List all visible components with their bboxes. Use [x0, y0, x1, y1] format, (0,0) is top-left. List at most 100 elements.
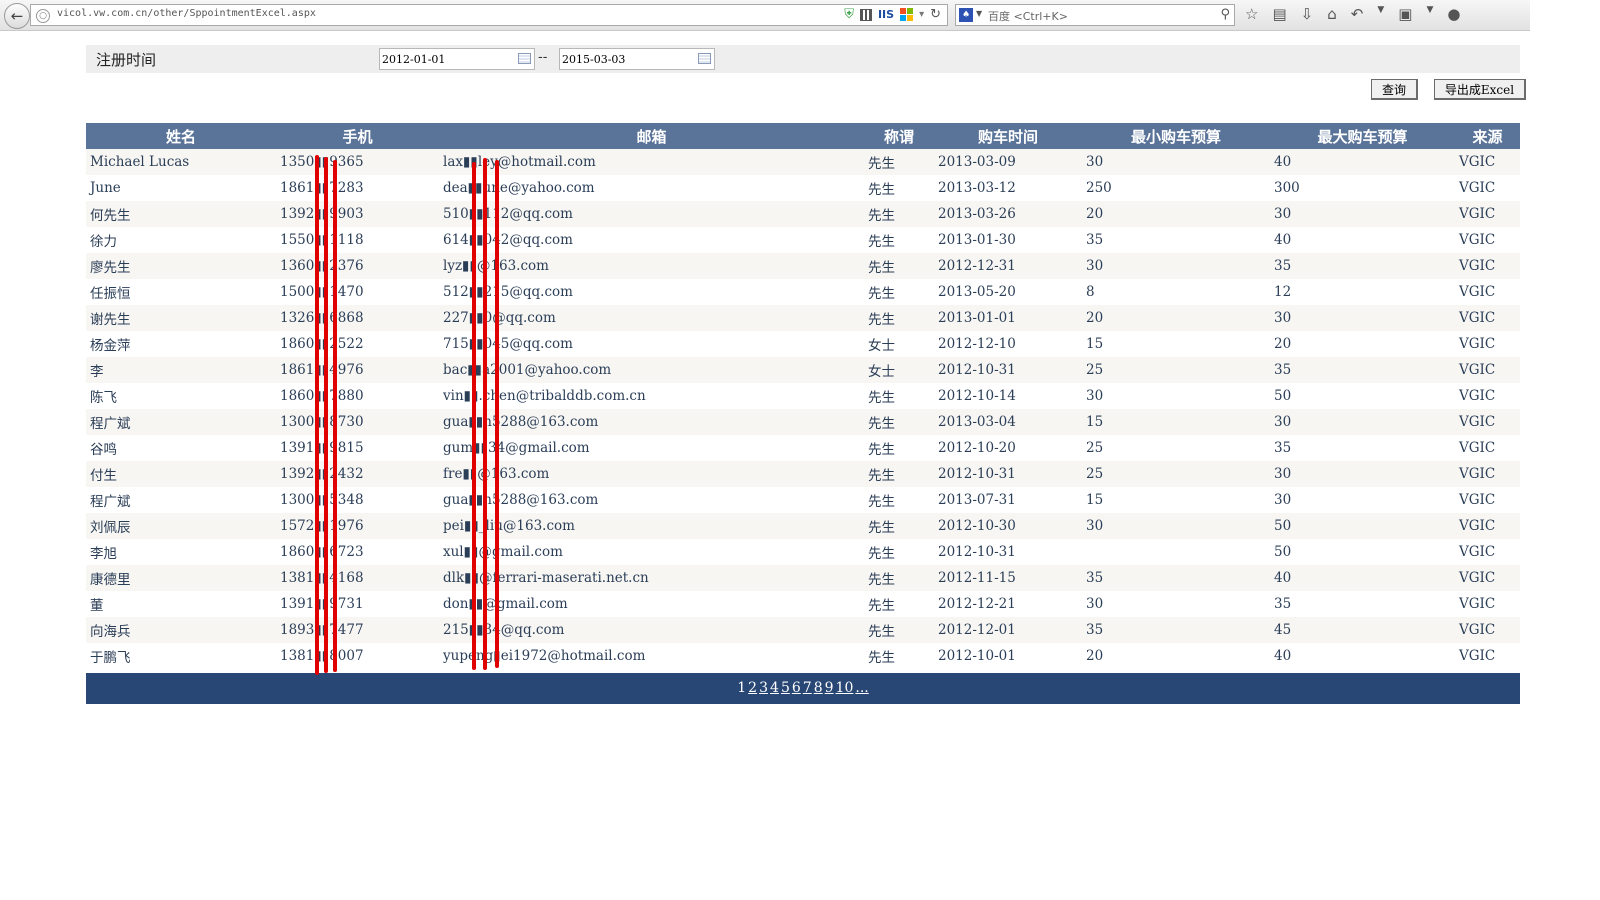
min-budget-cell [1082, 539, 1270, 565]
name-cell: 向海兵 [86, 617, 276, 643]
purchase-date-cell: 2012-11-15 [934, 565, 1082, 591]
page-link[interactable]: 8 [814, 680, 823, 696]
download-icon[interactable]: ⇩ [1301, 5, 1314, 23]
source-cell: VGIC [1455, 227, 1520, 253]
min-budget-cell: 30 [1082, 253, 1270, 279]
table-header-row: 姓名 手机 邮箱 称谓 购车时间 最小购车预算 最大购车预算 来源 [86, 123, 1520, 149]
title-cell: 女士 [864, 357, 934, 383]
back-arrow-icon[interactable]: ← [4, 3, 30, 29]
phone-cell: 1500▮▮1470 [276, 279, 439, 305]
page-link[interactable]: 4 [770, 680, 779, 696]
phone-cell: 1350▮▮9365 [276, 149, 439, 175]
search-box[interactable]: ♠ ▼ 百度 <Ctrl+K> ⚲ [955, 4, 1235, 26]
reload-icon[interactable]: ↻ [930, 7, 941, 22]
qr-code-icon[interactable] [859, 8, 872, 21]
url-text[interactable]: vicol.vw.com.cn/other/SppointmentExcel.a… [57, 8, 316, 19]
min-budget-cell: 35 [1082, 565, 1270, 591]
bookmark-star-icon[interactable]: ☆ [1245, 5, 1258, 23]
phone-cell: 1861▮▮7283 [276, 175, 439, 201]
search-input[interactable]: 百度 <Ctrl+K> [988, 8, 1068, 24]
column-header: 来源 [1455, 123, 1520, 149]
email-cell: dlk▮▮@ferrari-maserati.net.cn [439, 565, 864, 591]
page-link[interactable]: 5 [781, 680, 790, 696]
chat-bubble-icon[interactable]: ● [1447, 5, 1460, 23]
purchase-date-cell: 2012-12-10 [934, 331, 1082, 357]
title-cell: 先生 [864, 409, 934, 435]
max-budget-cell: 30 [1270, 201, 1455, 227]
column-header: 邮箱 [439, 123, 864, 149]
table-row: 徐力 1550▮▮1118 614▮▮042@qq.com 先生 2013-01-30 3… [86, 227, 1520, 253]
phone-cell: 1572▮▮1976 [276, 513, 439, 539]
phone-cell: 1860▮▮2522 [276, 331, 439, 357]
source-cell: VGIC [1455, 513, 1520, 539]
title-cell: 先生 [864, 305, 934, 331]
page-link[interactable]: 7 [803, 680, 812, 696]
purchase-date-cell: 2012-10-31 [934, 461, 1082, 487]
calendar-icon[interactable] [698, 53, 711, 64]
title-cell: 先生 [864, 617, 934, 643]
page-link[interactable]: 6 [792, 680, 801, 696]
redaction-mark [495, 160, 499, 668]
name-cell: 李 [86, 357, 276, 383]
table-row: 刘佩辰 1572▮▮1976 pei▮▮_liu@163.com 先生 2012-10-… [86, 513, 1520, 539]
max-budget-cell: 12 [1270, 279, 1455, 305]
table-row: 向海兵 1893▮▮7477 215▮▮34@qq.com 先生 2012-12-01 3… [86, 617, 1520, 643]
purchase-date-cell: 2012-12-21 [934, 591, 1082, 617]
export-excel-button[interactable]: 导出成Excel [1434, 79, 1526, 100]
page-link[interactable]: ... [855, 680, 868, 696]
phone-cell: 1300▮▮8730 [276, 409, 439, 435]
max-budget-cell: 30 [1270, 409, 1455, 435]
page-link[interactable]: 9 [825, 680, 834, 696]
iis-badge: IIS [877, 8, 895, 21]
purchase-date-cell: 2012-10-01 [934, 643, 1082, 669]
dropdown-arrow-icon[interactable]: ▾ [919, 9, 924, 20]
query-button[interactable]: 查询 [1371, 79, 1418, 100]
title-cell: 先生 [864, 253, 934, 279]
purchase-date-cell: 2012-10-14 [934, 383, 1082, 409]
min-budget-cell: 30 [1082, 591, 1270, 617]
address-bar[interactable]: ○ vicol.vw.com.cn/other/SppointmentExcel… [30, 4, 948, 26]
name-cell: 康德里 [86, 565, 276, 591]
email-cell: 715▮▮045@qq.com [439, 331, 864, 357]
browser-toolbar: ← ○ vicol.vw.com.cn/other/SppointmentExc… [0, 0, 1530, 31]
title-cell: 先生 [864, 279, 934, 305]
page-link[interactable]: 2 [748, 680, 757, 696]
source-cell: VGIC [1455, 357, 1520, 383]
title-cell: 先生 [864, 383, 934, 409]
home-icon[interactable]: ⌂ [1327, 5, 1337, 23]
purchase-date-cell: 2013-03-26 [934, 201, 1082, 227]
current-page: 1 [737, 680, 747, 696]
min-budget-cell: 30 [1082, 383, 1270, 409]
more-dropdown-icon[interactable]: ▼ [1426, 5, 1433, 23]
purchase-date-cell: 2013-03-09 [934, 149, 1082, 175]
start-date-input[interactable]: 2012-01-01 [379, 48, 535, 70]
calendar-icon[interactable] [518, 53, 531, 64]
search-engine-icon[interactable]: ♠ [959, 8, 973, 22]
name-cell: 刘佩辰 [86, 513, 276, 539]
max-budget-cell: 30 [1270, 487, 1455, 513]
engine-dropdown-icon[interactable]: ▼ [976, 9, 982, 18]
table-row: 李旭 1860▮▮6723 xul▮▮@gmail.com 先生 2012-10-31 5… [86, 539, 1520, 565]
min-budget-cell: 25 [1082, 461, 1270, 487]
phone-cell: 1391▮▮9815 [276, 435, 439, 461]
page-link[interactable]: 10 [836, 680, 854, 696]
globe-icon: ○ [36, 9, 50, 23]
screenshot-icon[interactable]: ▣ [1398, 5, 1412, 23]
reading-list-icon[interactable]: ▤ [1272, 5, 1286, 23]
undo-icon[interactable]: ↶ [1351, 5, 1364, 23]
name-cell: 付生 [86, 461, 276, 487]
page-link[interactable]: 3 [759, 680, 768, 696]
phone-cell: 1381▮▮8007 [276, 643, 439, 669]
purchase-date-cell: 2012-10-31 [934, 539, 1082, 565]
page-links: 2 3 4 5 6 7 8 9 10... [747, 680, 870, 696]
source-cell: VGIC [1455, 461, 1520, 487]
phone-cell: 1392▮▮2432 [276, 461, 439, 487]
table-row: 李 1861▮▮4976 bac▮▮a2001@yahoo.com 女士 2012-10… [86, 357, 1520, 383]
search-icon[interactable]: ⚲ [1220, 7, 1230, 22]
email-cell: dea▮▮une@yahoo.com [439, 175, 864, 201]
menu-dropdown-icon[interactable]: ▼ [1377, 5, 1384, 23]
end-date-input[interactable]: 2015-03-03 [559, 48, 715, 70]
purchase-date-cell: 2012-12-31 [934, 253, 1082, 279]
email-cell: don▮▮@gmail.com [439, 591, 864, 617]
shield-icon[interactable]: ⛨ [844, 7, 854, 22]
